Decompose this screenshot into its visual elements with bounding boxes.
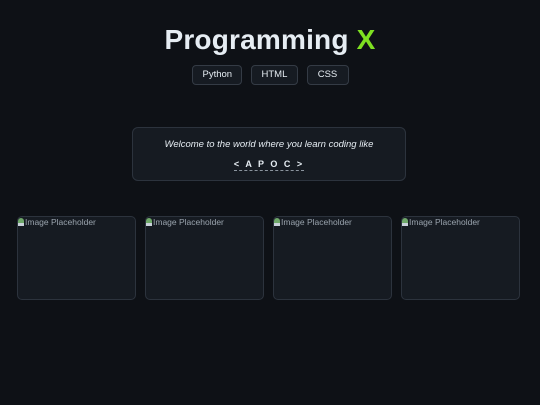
image-placeholder: Image Placeholder [274, 217, 352, 227]
language-tags: Python HTML CSS [0, 65, 540, 85]
image-placeholder: Image Placeholder [402, 217, 480, 227]
tag-css-button[interactable]: CSS [306, 65, 349, 85]
image-card[interactable]: Image Placeholder [17, 216, 136, 300]
image-card[interactable]: Image Placeholder [273, 216, 392, 300]
page-title: Programming X [0, 24, 540, 56]
broken-image-icon [274, 218, 280, 226]
apoc-link[interactable]: < A P O C > [233, 159, 305, 171]
image-placeholder-text: Image Placeholder [409, 217, 480, 227]
image-placeholder-text: Image Placeholder [281, 217, 352, 227]
image-placeholder-text: Image Placeholder [25, 217, 96, 227]
image-card-row: Image Placeholder Image Placeholder Imag… [17, 216, 524, 300]
broken-image-icon [402, 218, 408, 226]
image-card[interactable]: Image Placeholder [145, 216, 264, 300]
welcome-box: Welcome to the world where you learn cod… [132, 127, 406, 181]
tag-html-button[interactable]: HTML [250, 65, 298, 85]
broken-image-icon [146, 218, 152, 226]
welcome-message: Welcome to the world where you learn cod… [164, 139, 374, 150]
image-placeholder: Image Placeholder [18, 217, 96, 227]
page: Programming X Python HTML CSS Welcome to… [0, 0, 540, 405]
page-title-accent: X [356, 24, 376, 55]
tag-python-button[interactable]: Python [191, 65, 242, 85]
image-placeholder: Image Placeholder [146, 217, 224, 227]
broken-image-icon [18, 218, 24, 226]
image-placeholder-text: Image Placeholder [153, 217, 224, 227]
page-title-main: Programming [164, 24, 349, 55]
image-card[interactable]: Image Placeholder [401, 216, 520, 300]
